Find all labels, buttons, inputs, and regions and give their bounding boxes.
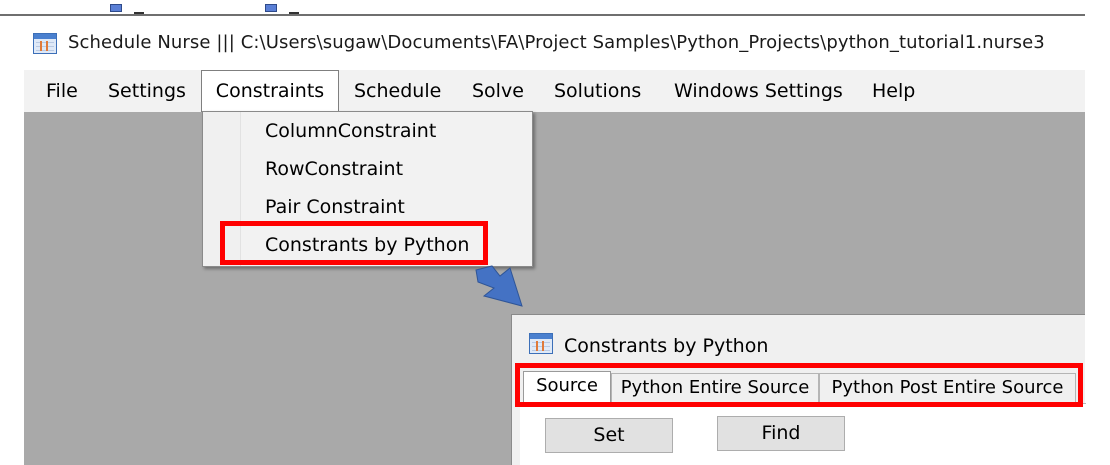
calendar-app-icon <box>529 333 553 354</box>
menu-solutions[interactable]: Solutions <box>546 70 649 112</box>
calendar-app-icon <box>33 33 57 54</box>
arrow-down-right-icon <box>475 265 523 307</box>
main-window-title: Schedule Nurse ||| C:\Users\sugaw\Docume… <box>68 32 1045 53</box>
menu-help[interactable]: Help <box>864 70 923 112</box>
screenshot-root: Schedule Nurse ||| C:\Users\sugaw\Docume… <box>0 0 1110 465</box>
menu-bar: File Settings Constraints Schedule Solve… <box>24 70 1085 112</box>
find-button[interactable]: Find <box>717 416 845 451</box>
window-divider <box>0 14 1085 16</box>
set-button[interactable]: Set <box>545 418 673 453</box>
menu-item-row-constraint[interactable]: RowConstraint <box>265 151 403 187</box>
menu-constraints[interactable]: Constraints <box>201 70 339 112</box>
menu-item-pair-constraint[interactable]: Pair Constraint <box>265 189 405 225</box>
menu-settings[interactable]: Settings <box>100 70 194 112</box>
menu-item-highlight-box <box>220 221 488 265</box>
tabs-highlight-box <box>515 363 1083 407</box>
menu-schedule[interactable]: Schedule <box>346 70 449 112</box>
menu-windows-settings[interactable]: Windows Settings <box>666 70 851 112</box>
child-window-title: Constrants by Python <box>564 335 769 357</box>
main-title-bar[interactable]: Schedule Nurse ||| C:\Users\sugaw\Docume… <box>0 22 1110 68</box>
menu-item-column-constraint[interactable]: ColumnConstraint <box>265 113 436 149</box>
menu-file[interactable]: File <box>38 70 86 112</box>
menu-solve[interactable]: Solve <box>464 70 532 112</box>
background-window-edge <box>0 0 1110 18</box>
